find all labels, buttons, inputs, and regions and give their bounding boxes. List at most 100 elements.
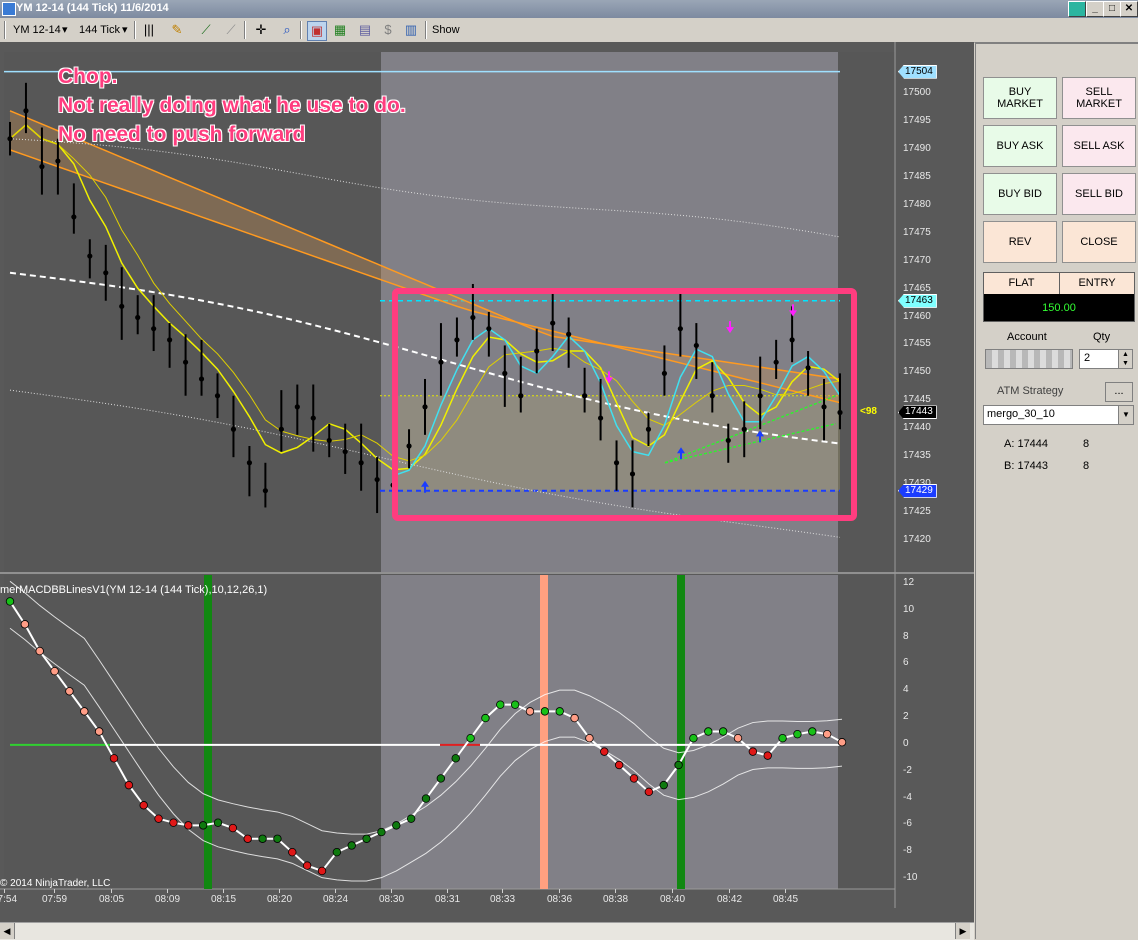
time-tick-mark xyxy=(785,889,786,893)
time-tick-label: 08:05 xyxy=(99,894,125,905)
horizontal-scrollbar[interactable]: ◀ ▶ xyxy=(0,922,974,940)
scroll-left-icon[interactable]: ◀ xyxy=(0,923,15,939)
candle-close xyxy=(278,426,284,432)
candle-close xyxy=(214,393,221,399)
minimize-button[interactable]: _ xyxy=(1086,1,1104,17)
candle-close xyxy=(470,314,476,321)
indicator-tick-label: 0 xyxy=(903,737,909,749)
macd-dot xyxy=(793,729,802,739)
indicator-tick-label: 4 xyxy=(903,684,909,696)
time-tick-label: 07:59 xyxy=(42,894,68,905)
sell-market-button[interactable]: SELL MARKET xyxy=(1062,77,1136,119)
price-tick-label: 17480 xyxy=(903,198,931,210)
macd-dot xyxy=(288,847,297,857)
candle-close xyxy=(310,415,316,421)
toolbar-separator xyxy=(134,21,136,39)
time-tick-mark xyxy=(54,889,55,893)
chevron-down-icon[interactable]: ▾ xyxy=(122,22,128,38)
macd-dot xyxy=(5,597,15,606)
candle-close xyxy=(294,404,300,410)
time-tick-mark xyxy=(335,889,336,893)
qty-value: 2 xyxy=(1084,352,1091,364)
sell-bid-button[interactable]: SELL BID xyxy=(1062,173,1136,215)
instrument-selector[interactable]: YM 12-14 xyxy=(13,22,61,38)
price-tick-label: 17490 xyxy=(903,142,931,154)
macd-dot xyxy=(466,734,475,743)
chart-area[interactable]: Chop. Not really doing what he use to do… xyxy=(0,42,974,939)
scroll-right-icon[interactable]: ▶ xyxy=(955,923,970,939)
pnl-value: 150.00 xyxy=(1042,302,1076,314)
signal-bar-salmon xyxy=(540,575,548,889)
indicator-tick-label: 10 xyxy=(903,603,915,615)
toolbar-separator xyxy=(4,21,6,39)
button-label: CLOSE xyxy=(1080,236,1118,248)
chevron-down-icon[interactable]: ▼ xyxy=(1118,406,1133,424)
link-icon[interactable] xyxy=(1068,1,1086,17)
time-tick-mark xyxy=(729,889,730,893)
qty-down-icon[interactable]: ▼ xyxy=(1118,359,1132,368)
bars-icon[interactable]: ||| xyxy=(140,21,158,39)
time-tick-label: 08:09 xyxy=(155,894,181,905)
atm-browse-button[interactable]: ... xyxy=(1105,382,1133,402)
candle-close xyxy=(757,393,763,399)
candle-close xyxy=(805,365,811,371)
close-window-button[interactable]: ✕ xyxy=(1120,1,1138,17)
macd-dot xyxy=(258,834,267,843)
macd-dot xyxy=(555,707,564,716)
button-label: REV xyxy=(1008,236,1032,248)
buy-bid-button[interactable]: BUY BID xyxy=(983,173,1057,215)
macd-dot xyxy=(629,774,639,783)
reverse-button[interactable]: REV xyxy=(983,221,1057,263)
macd-dot xyxy=(332,847,342,857)
atm-strategy-select[interactable]: mergo_30_10 ▼ xyxy=(983,405,1134,425)
price-marker-badge: 17504 xyxy=(898,64,937,79)
macd-dot xyxy=(644,787,654,797)
ask-size: 8 xyxy=(1083,438,1090,450)
time-tick-mark xyxy=(502,889,503,893)
macd-dot xyxy=(421,794,431,803)
sell-ask-button[interactable]: SELL ASK xyxy=(1062,125,1136,167)
buy-market-button[interactable]: BUY MARKET xyxy=(983,77,1057,119)
price-tick-label: 17460 xyxy=(903,310,931,322)
time-tick-label: 08:20 xyxy=(267,894,293,905)
macd-dot xyxy=(154,814,163,823)
macd-dot xyxy=(347,841,356,850)
macd-dot xyxy=(763,751,772,760)
button-label: SELL MARKET xyxy=(1076,86,1122,110)
indicator-title: merMACDBBLinesV1(YM 12-14 (144 Tick),10,… xyxy=(0,584,268,596)
chart-trader-panel: BUY MARKET SELL MARKET BUY ASK SELL ASK … xyxy=(975,42,1138,939)
indicator-tick-label: 2 xyxy=(903,711,909,723)
time-tick-label: 08:15 xyxy=(211,894,237,905)
buy-ask-button[interactable]: BUY ASK xyxy=(983,125,1057,167)
chevron-down-icon[interactable]: ▾ xyxy=(62,22,68,38)
indicators-icon[interactable]: ▦ xyxy=(331,21,349,39)
toolbar-separator xyxy=(300,21,302,39)
maximize-button[interactable]: □ xyxy=(1103,1,1121,17)
bid-price: B: 17443 xyxy=(1004,460,1049,472)
close-position-button[interactable]: CLOSE xyxy=(1062,221,1136,263)
show-menu[interactable]: Show xyxy=(432,22,460,38)
pencil-icon[interactable]: ✎ xyxy=(168,21,186,39)
time-tick-label: 08:36 xyxy=(547,894,573,905)
account-select[interactable] xyxy=(985,349,1073,369)
macd-dot xyxy=(317,866,327,876)
macd-dot xyxy=(124,780,134,790)
properties-icon[interactable]: ▥ xyxy=(402,21,420,39)
crosshair-icon[interactable]: ✛ xyxy=(252,21,270,39)
strategies-icon[interactable]: ▤ xyxy=(356,21,374,39)
dollar-icon[interactable]: $ xyxy=(379,21,397,39)
toolbar-separator xyxy=(425,21,427,39)
app-icon xyxy=(2,2,16,16)
time-tick-mark xyxy=(672,889,673,893)
annotation-line: Not really doing what he use to do. xyxy=(58,94,406,117)
zoom-icon[interactable]: ⌕ xyxy=(278,21,296,39)
period-selector[interactable]: 144 Tick xyxy=(79,22,120,38)
price-marker-badge: 17443 xyxy=(898,405,937,420)
data-box-icon[interactable]: ▣ xyxy=(307,21,327,41)
qty-up-icon[interactable]: ▲ xyxy=(1118,350,1132,359)
remove-drawings-icon[interactable]: ⟋ xyxy=(222,21,240,39)
draw-tools-icon[interactable]: ⟋ xyxy=(197,21,215,39)
qty-stepper[interactable]: 2 ▲ ▼ xyxy=(1079,349,1133,369)
macd-dot xyxy=(377,827,386,837)
candle-close xyxy=(326,437,332,444)
